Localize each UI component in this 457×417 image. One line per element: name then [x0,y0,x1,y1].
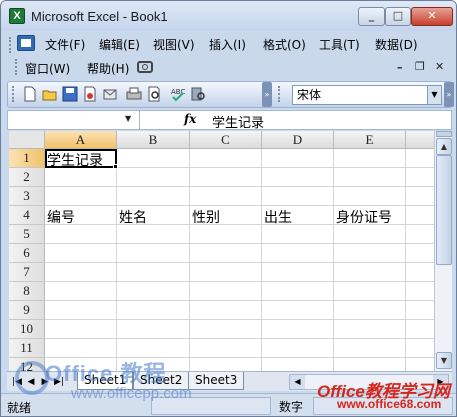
maximize-button[interactable]: □ [385,7,411,26]
toolbar-grip[interactable] [12,86,15,102]
cell-a4[interactable]: 编号 [47,207,75,227]
font-name-value: 宋体 [297,88,322,102]
column-header-c[interactable]: C [190,131,262,149]
row-header-3[interactable]: 3 [9,187,45,206]
formula-bar: ▼ fx 学生记录 [7,110,452,131]
email-icon[interactable] [102,86,118,102]
scroll-left-icon[interactable]: ◀ [290,375,305,389]
column-header-a[interactable]: A [45,131,117,149]
menu-grip-2[interactable] [15,59,18,75]
research-icon[interactable] [190,86,206,102]
row-header-7[interactable]: 7 [9,263,45,282]
format-toolbar-grip[interactable] [278,86,281,102]
cell-b4[interactable]: 姓名 [119,207,147,227]
row-header-9[interactable]: 9 [9,301,45,320]
menu-edit[interactable]: 编辑(E) [99,36,140,53]
formula-input[interactable]: 学生记录 [212,112,264,131]
row-header-2[interactable]: 2 [9,168,45,187]
row-header-8[interactable]: 8 [9,282,45,301]
close-button[interactable]: ✕ [411,7,453,26]
menu-file[interactable]: 文件(F) [45,36,85,53]
menu-tools[interactable]: 工具(T) [319,36,360,53]
window-title: Microsoft Excel - Book1 [31,9,168,24]
camera-icon[interactable] [137,61,153,73]
grid-line [45,262,434,263]
doc-minimize-icon[interactable]: – [397,61,403,74]
row-header-5[interactable]: 5 [9,225,45,244]
status-ready: 就绪 [7,401,32,415]
svg-text:ABC: ABC [171,88,185,96]
scroll-up-icon[interactable]: ▲ [436,138,452,155]
grid-line [45,205,434,206]
doc-restore-icon[interactable]: ❐ [415,60,425,73]
vertical-scroll-thumb[interactable] [436,155,452,265]
menu-window[interactable]: 窗口(W) [25,60,70,77]
vertical-scrollbar[interactable]: ▲ ▼ [434,131,452,371]
chevron-down-icon[interactable]: ▼ [427,86,441,104]
grid-line [45,300,434,301]
permission-icon[interactable] [82,86,98,102]
sheet-tab-3[interactable]: Sheet3 [188,372,245,390]
column-header-b[interactable]: B [117,131,190,149]
split-box[interactable] [436,131,452,137]
fill-handle[interactable] [113,164,118,169]
doc-close-icon[interactable]: ✕ [435,60,444,73]
title-bar: X Microsoft Excel - Book1 _ □ ✕ [1,1,456,31]
row-header-6[interactable]: 6 [9,244,45,263]
column-header-f[interactable] [406,131,434,149]
menu-data[interactable]: 数据(D) [375,36,418,53]
select-all-corner[interactable] [9,131,45,149]
row-header-11[interactable]: 11 [9,339,45,358]
excel-app-icon[interactable]: X [9,8,25,24]
status-numlock: 数字 [279,400,304,414]
row-header-1[interactable]: 1 [9,149,45,168]
active-cell-border [45,149,117,168]
font-name-select[interactable]: 宋体 ▼ [292,85,442,105]
menu-help[interactable]: 帮助(H) [87,60,129,77]
menu-format[interactable]: 格式(O) [263,36,306,53]
watermark-url: www.officepp.com [71,385,192,402]
watermark-brand: Office 教程 [45,361,167,386]
save-icon[interactable] [62,86,78,102]
grid-line [45,338,434,339]
grid-line [45,319,434,320]
format-toolbar-options-icon[interactable]: » [444,82,454,107]
print-preview-icon[interactable] [146,86,162,102]
scroll-down-icon[interactable]: ▼ [436,352,452,369]
workbook-icon[interactable] [17,35,35,51]
name-box[interactable] [8,111,140,129]
insert-function-icon[interactable]: fx [184,112,196,126]
watermark-logo-icon [15,361,49,395]
close-icon: ✕ [427,9,437,22]
menu-view[interactable]: 视图(V) [153,36,195,53]
grid-line [45,186,434,187]
row-header-4[interactable]: 4 [9,206,45,225]
cell-e4[interactable]: 身份证号 [336,207,392,227]
spelling-icon[interactable]: ABC [170,86,186,102]
toolbar-options-icon[interactable]: » [262,82,272,107]
minimize-icon: _ [368,9,375,22]
menu-insert[interactable]: 插入(I) [209,36,246,53]
excel-window: X Microsoft Excel - Book1 _ □ ✕ 文件(F) 编辑… [0,0,457,417]
name-box-dropdown-icon[interactable]: ▼ [125,114,131,123]
row-header-10[interactable]: 10 [9,320,45,339]
menu-grip[interactable] [9,37,12,53]
worksheet-grid[interactable]: A B C D E 1 2 3 4 5 6 7 8 9 10 11 12 学生记… [9,131,434,371]
minimize-button[interactable]: _ [358,7,385,26]
column-header-d[interactable]: D [262,131,334,149]
maximize-icon: □ [392,9,404,22]
menu-bar: 文件(F) 编辑(E) 视图(V) 插入(I) 格式(O) 工具(T) 数据(D… [1,31,456,79]
grid-line [45,281,434,282]
standard-toolbar: ABC » 宋体 ▼ » [7,81,454,108]
cell-d4[interactable]: 出生 [264,207,292,227]
open-icon[interactable] [42,86,58,102]
print-icon[interactable] [126,86,142,102]
cell-c4[interactable]: 性别 [192,207,220,227]
column-header-e[interactable]: E [334,131,406,149]
grid-line [45,243,434,244]
watermark-url-red: www.office68.com [337,397,442,411]
new-icon[interactable] [22,86,38,102]
